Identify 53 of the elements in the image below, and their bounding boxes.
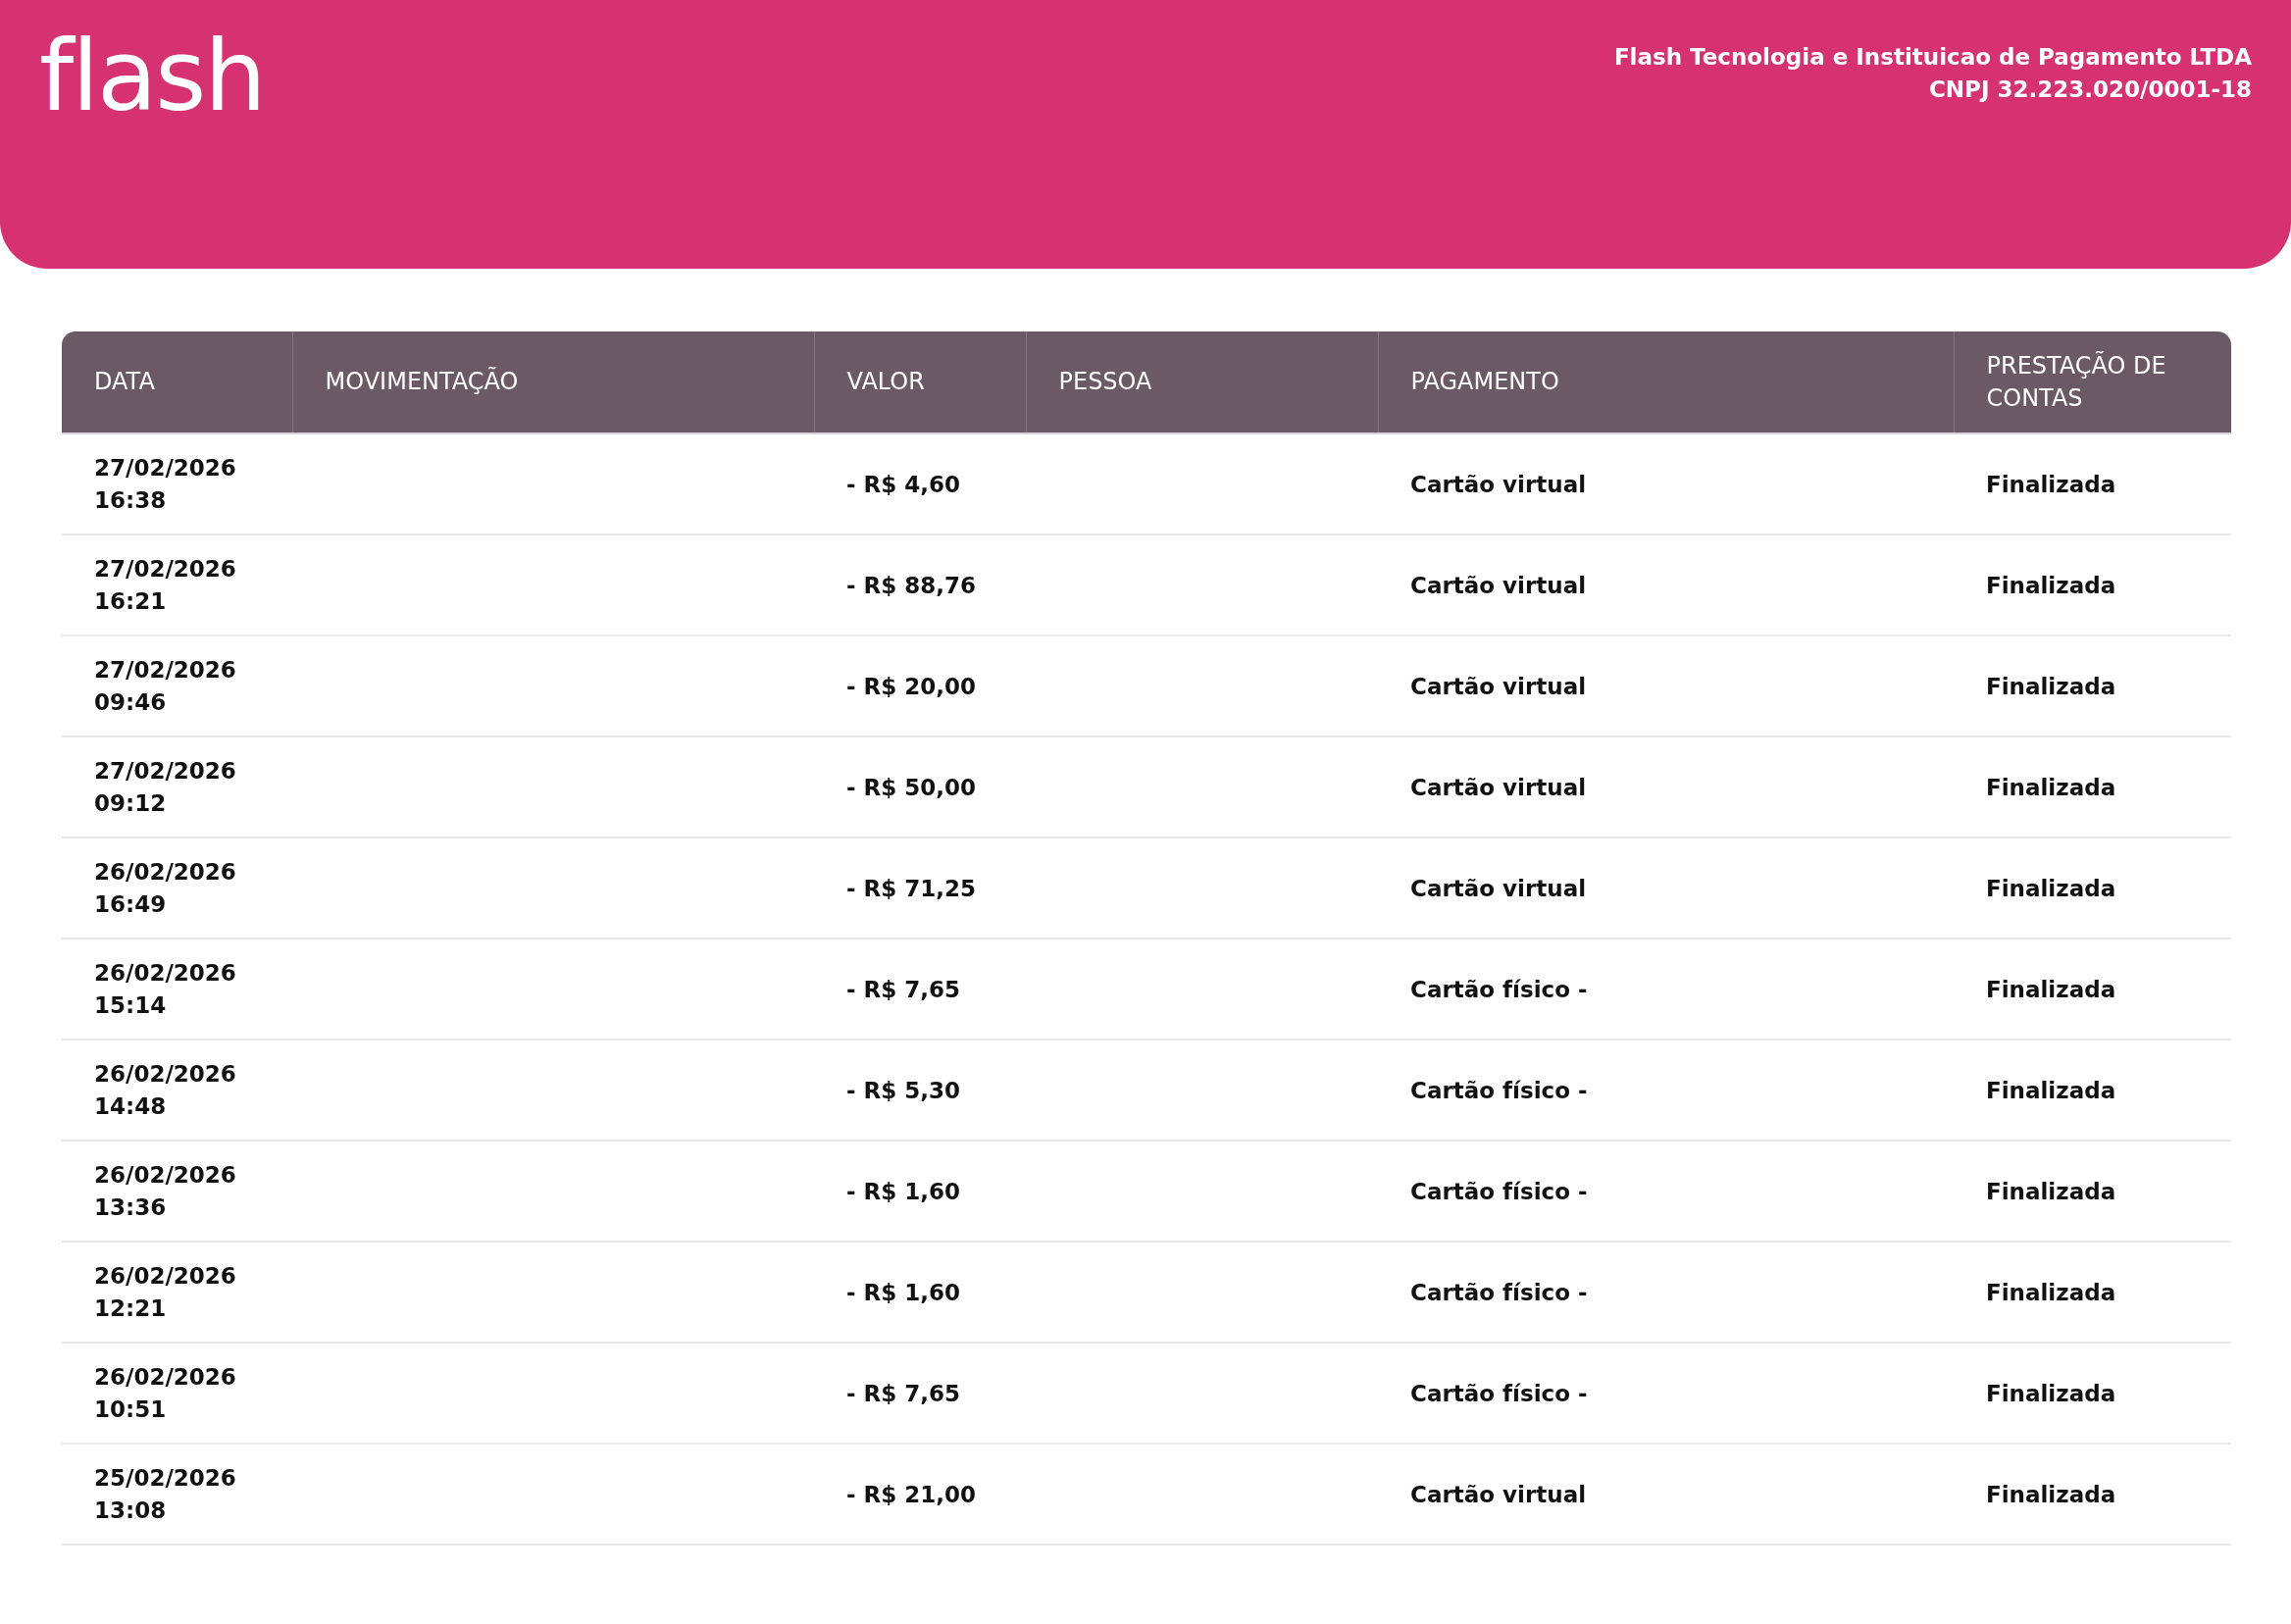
table-cell-text: 26/02/2026 13:36 bbox=[94, 1160, 236, 1222]
company-name: Flash Tecnologia e Instituicao de Pagamento LTDA bbox=[1613, 43, 2252, 72]
table-cell: Finalizada bbox=[1986, 1077, 2116, 1103]
table-cell: - R$ 7,65 bbox=[846, 1380, 961, 1406]
table-cell: Cartão virtual bbox=[1410, 774, 1587, 800]
column-header: DATA bbox=[62, 331, 292, 433]
column-header: MOVIMENTAÇÃO bbox=[292, 331, 814, 433]
table-cell: Finalizada bbox=[1986, 774, 2116, 800]
table-cell: Cartão virtual bbox=[1410, 1481, 1587, 1507]
table-cell: Cartão virtual bbox=[1410, 572, 1587, 598]
table-cell: Cartão físico - bbox=[1410, 1380, 1588, 1406]
table-cell-text: 27/02/2026 16:38 bbox=[94, 453, 236, 515]
table-cell-text: 27/02/2026 16:21 bbox=[94, 554, 236, 616]
table-cell: - R$ 1,60 bbox=[846, 1178, 961, 1204]
table-cell: Finalizada bbox=[1986, 673, 2116, 699]
table-cell: Finalizada bbox=[1986, 1380, 2116, 1406]
table-cell-text: 26/02/2026 15:14 bbox=[94, 958, 236, 1020]
table-cell-text: 27/02/2026 09:46 bbox=[94, 655, 236, 717]
table-cell: - R$ 50,00 bbox=[846, 774, 977, 800]
table-cell-text: 26/02/2026 14:48 bbox=[94, 1059, 236, 1121]
table-cell-text: 25/02/2026 13:08 bbox=[94, 1463, 236, 1525]
table-cell: Cartão virtual bbox=[1410, 673, 1587, 699]
column-header: VALOR bbox=[814, 331, 1026, 433]
table-cell: - R$ 1,60 bbox=[846, 1279, 961, 1305]
table-cell: - R$ 7,65 bbox=[846, 976, 961, 1002]
column-header: PAGAMENTO bbox=[1378, 331, 1954, 433]
company-cnpj: CNPJ 32.223.020/0001-18 bbox=[1928, 76, 2252, 104]
table-cell: Finalizada bbox=[1986, 572, 2116, 598]
table-cell: Finalizada bbox=[1986, 875, 2116, 901]
table-cell: Cartão físico - bbox=[1410, 1077, 1588, 1103]
table-cell: Cartão físico - bbox=[1410, 1178, 1588, 1204]
table-cell: Cartão físico - bbox=[1410, 976, 1588, 1002]
table-cell: - R$ 88,76 bbox=[846, 572, 977, 598]
table-cell: - R$ 21,00 bbox=[846, 1481, 977, 1507]
table-cell: Cartão virtual bbox=[1410, 471, 1587, 497]
table-cell: Cartão virtual bbox=[1410, 875, 1587, 901]
column-header: PESSOA bbox=[1026, 331, 1378, 433]
table-cell-text: 26/02/2026 10:51 bbox=[94, 1362, 236, 1424]
table-cell: - R$ 20,00 bbox=[846, 673, 977, 699]
table-cell: - R$ 71,25 bbox=[846, 875, 977, 901]
table-cell: Cartão físico - bbox=[1410, 1279, 1588, 1305]
column-header: PRESTAÇÃO DE CONTAS bbox=[1954, 331, 2231, 433]
table-cell: Finalizada bbox=[1986, 1279, 2116, 1305]
table-cell: Finalizada bbox=[1986, 1481, 2116, 1507]
table-cell: Finalizada bbox=[1986, 1178, 2116, 1204]
table-cell-text: 26/02/2026 12:21 bbox=[94, 1261, 236, 1323]
logo: flash bbox=[39, 27, 265, 126]
table-cell-text: 26/02/2026 16:49 bbox=[94, 857, 236, 919]
table-cell: Finalizada bbox=[1986, 471, 2116, 497]
table-cell-text: 27/02/2026 09:12 bbox=[94, 756, 236, 818]
table-cell: - R$ 5,30 bbox=[846, 1077, 961, 1103]
table-cell: - R$ 4,60 bbox=[846, 471, 961, 497]
table-cell: Finalizada bbox=[1986, 976, 2116, 1002]
